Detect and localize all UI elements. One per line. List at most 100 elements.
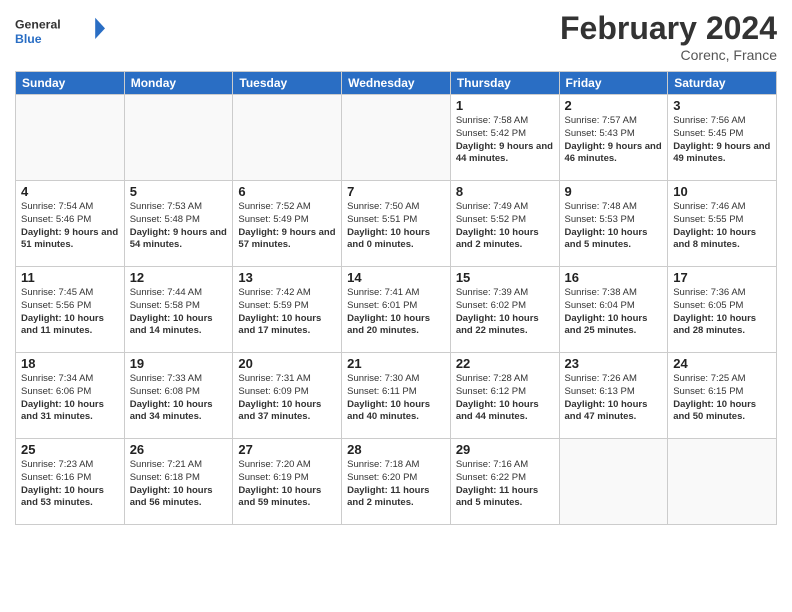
date-number: 20 (238, 356, 336, 371)
cal-cell: 13Sunrise: 7:42 AMSunset: 5:59 PMDayligh… (233, 267, 342, 353)
cal-cell (668, 439, 777, 525)
cal-cell: 7Sunrise: 7:50 AMSunset: 5:51 PMDaylight… (342, 181, 451, 267)
cal-cell (124, 95, 233, 181)
cell-info: Sunrise: 7:56 AMSunset: 5:45 PMDaylight:… (673, 115, 771, 166)
cal-cell: 27 Sunrise: 7:20 AMSunset: 6:19 PMDayligh… (233, 439, 342, 525)
date-number: 24 (673, 356, 771, 371)
date-number: 8 (456, 184, 554, 199)
cal-cell (16, 95, 125, 181)
date-number: 3 (673, 98, 771, 113)
col-monday: Monday (124, 72, 233, 95)
cell-info: Sunrise: 7:36 AMSunset: 6:05 PMDaylight:… (673, 287, 771, 338)
cal-cell: 16 Sunrise: 7:38 AMSunset: 6:04 PMDayligh… (559, 267, 668, 353)
cell-info: Sunrise: 7:44 AMSunset: 5:58 PMDaylight:… (130, 287, 228, 338)
date-number: 9 (565, 184, 663, 199)
cell-info: Sunrise: 7:34 AMSunset: 6:06 PMDaylight:… (21, 373, 119, 424)
col-tuesday: Tuesday (233, 72, 342, 95)
date-number: 25 (21, 442, 119, 457)
date-number: 22 (456, 356, 554, 371)
date-number: 28 (347, 442, 445, 457)
col-thursday: Thursday (450, 72, 559, 95)
cal-cell: 19 Sunrise: 7:33 AMSunset: 6:08 PMDayligh… (124, 353, 233, 439)
date-number: 6 (238, 184, 336, 199)
date-number: 29 (456, 442, 554, 457)
cal-cell: 22Sunrise: 7:28 AMSunset: 6:12 PMDayligh… (450, 353, 559, 439)
cell-info: Sunrise: 7:38 AMSunset: 6:04 PMDaylight:… (565, 287, 663, 338)
cal-cell: 5 Sunrise: 7:53 AMSunset: 5:48 PMDaylight… (124, 181, 233, 267)
cal-cell: 25 Sunrise: 7:23 AMSunset: 6:16 PMDayligh… (16, 439, 125, 525)
cell-info: Sunrise: 7:30 AMSunset: 6:11 PMDaylight:… (347, 373, 445, 424)
date-number: 1 (456, 98, 554, 113)
cell-info: Sunrise: 7:20 AMSunset: 6:19 PMDaylight:… (238, 459, 336, 510)
cal-cell: 14 Sunrise: 7:41 AMSunset: 6:01 PMDayligh… (342, 267, 451, 353)
date-number: 17 (673, 270, 771, 285)
date-number: 14 (347, 270, 445, 285)
cal-cell: 6 Sunrise: 7:52 AMSunset: 5:49 PMDaylight… (233, 181, 342, 267)
cal-cell: 21 Sunrise: 7:30 AMSunset: 6:11 PMDayligh… (342, 353, 451, 439)
cell-info: Sunrise: 7:58 AMSunset: 5:42 PMDaylight:… (456, 115, 554, 166)
date-number: 21 (347, 356, 445, 371)
cell-info: Sunrise: 7:39 AMSunset: 6:02 PMDaylight:… (456, 287, 554, 338)
cal-cell: 17 Sunrise: 7:36 AMSunset: 6:05 PMDayligh… (668, 267, 777, 353)
title-block: February 2024 Corenc, France (560, 10, 777, 63)
cal-cell: 3 Sunrise: 7:56 AMSunset: 5:45 PMDaylight… (668, 95, 777, 181)
col-saturday: Saturday (668, 72, 777, 95)
cell-info: Sunrise: 7:31 AMSunset: 6:09 PMDaylight:… (238, 373, 336, 424)
cell-info: Sunrise: 7:45 AMSunset: 5:56 PMDaylight:… (21, 287, 119, 338)
svg-text:Blue: Blue (15, 32, 42, 46)
logo-icon: General Blue (15, 10, 105, 50)
week-row-4: 18 Sunrise: 7:34 AMSunset: 6:06 PMDayligh… (16, 353, 777, 439)
cal-cell: 18 Sunrise: 7:34 AMSunset: 6:06 PMDayligh… (16, 353, 125, 439)
cell-info: Sunrise: 7:23 AMSunset: 6:16 PMDaylight:… (21, 459, 119, 510)
cell-info: Sunrise: 7:25 AMSunset: 6:15 PMDaylight:… (673, 373, 771, 424)
date-number: 10 (673, 184, 771, 199)
cal-cell: 10 Sunrise: 7:46 AMSunset: 5:55 PMDayligh… (668, 181, 777, 267)
date-number: 27 (238, 442, 336, 457)
cal-cell (233, 95, 342, 181)
cell-info: Sunrise: 7:46 AMSunset: 5:55 PMDaylight:… (673, 201, 771, 252)
date-number: 5 (130, 184, 228, 199)
cell-info: Sunrise: 7:26 AMSunset: 6:13 PMDaylight:… (565, 373, 663, 424)
page-header: General Blue February 2024 Corenc, Franc… (15, 10, 777, 63)
date-number: 2 (565, 98, 663, 113)
cal-cell: 4 Sunrise: 7:54 AMSunset: 5:46 PMDaylight… (16, 181, 125, 267)
svg-text:General: General (15, 17, 61, 31)
cal-cell (342, 95, 451, 181)
cal-cell: 12Sunrise: 7:44 AMSunset: 5:58 PMDayligh… (124, 267, 233, 353)
cal-cell: 8Sunrise: 7:49 AMSunset: 5:52 PMDaylight… (450, 181, 559, 267)
date-number: 13 (238, 270, 336, 285)
week-row-1: 1 Sunrise: 7:58 AMSunset: 5:42 PMDaylight… (16, 95, 777, 181)
week-row-2: 4 Sunrise: 7:54 AMSunset: 5:46 PMDaylight… (16, 181, 777, 267)
cell-info: Sunrise: 7:21 AMSunset: 6:18 PMDaylight:… (130, 459, 228, 510)
cell-info: Sunrise: 7:53 AMSunset: 5:48 PMDaylight:… (130, 201, 228, 252)
cal-cell: 11Sunrise: 7:45 AMSunset: 5:56 PMDayligh… (16, 267, 125, 353)
cal-cell: 26 Sunrise: 7:21 AMSunset: 6:18 PMDayligh… (124, 439, 233, 525)
cell-info: Sunrise: 7:18 AMSunset: 6:20 PMDaylight:… (347, 459, 445, 510)
date-number: 26 (130, 442, 228, 457)
cal-cell: 2 Sunrise: 7:57 AMSunset: 5:43 PMDaylight… (559, 95, 668, 181)
location: Corenc, France (560, 47, 777, 63)
date-number: 16 (565, 270, 663, 285)
date-number: 4 (21, 184, 119, 199)
cal-cell: 20 Sunrise: 7:31 AMSunset: 6:09 PMDayligh… (233, 353, 342, 439)
cal-cell: 15Sunrise: 7:39 AMSunset: 6:02 PMDayligh… (450, 267, 559, 353)
cal-cell: 29 Sunrise: 7:16 AMSunset: 6:22 PMDayligh… (450, 439, 559, 525)
month-title: February 2024 (560, 10, 777, 47)
date-number: 23 (565, 356, 663, 371)
date-number: 19 (130, 356, 228, 371)
cell-info: Sunrise: 7:54 AMSunset: 5:46 PMDaylight:… (21, 201, 119, 252)
cell-info: Sunrise: 7:16 AMSunset: 6:22 PMDaylight:… (456, 459, 554, 510)
cal-cell: 23 Sunrise: 7:26 AMSunset: 6:13 PMDayligh… (559, 353, 668, 439)
calendar-table: Sunday Monday Tuesday Wednesday Thursday… (15, 71, 777, 525)
cell-info: Sunrise: 7:52 AMSunset: 5:49 PMDaylight:… (238, 201, 336, 252)
date-number: 18 (21, 356, 119, 371)
col-wednesday: Wednesday (342, 72, 451, 95)
cell-info: Sunrise: 7:48 AMSunset: 5:53 PMDaylight:… (565, 201, 663, 252)
col-friday: Friday (559, 72, 668, 95)
logo: General Blue (15, 10, 105, 50)
cell-info: Sunrise: 7:41 AMSunset: 6:01 PMDaylight:… (347, 287, 445, 338)
week-row-5: 25 Sunrise: 7:23 AMSunset: 6:16 PMDayligh… (16, 439, 777, 525)
cal-cell: 24 Sunrise: 7:25 AMSunset: 6:15 PMDayligh… (668, 353, 777, 439)
cell-info: Sunrise: 7:57 AMSunset: 5:43 PMDaylight:… (565, 115, 663, 166)
cell-info: Sunrise: 7:33 AMSunset: 6:08 PMDaylight:… (130, 373, 228, 424)
